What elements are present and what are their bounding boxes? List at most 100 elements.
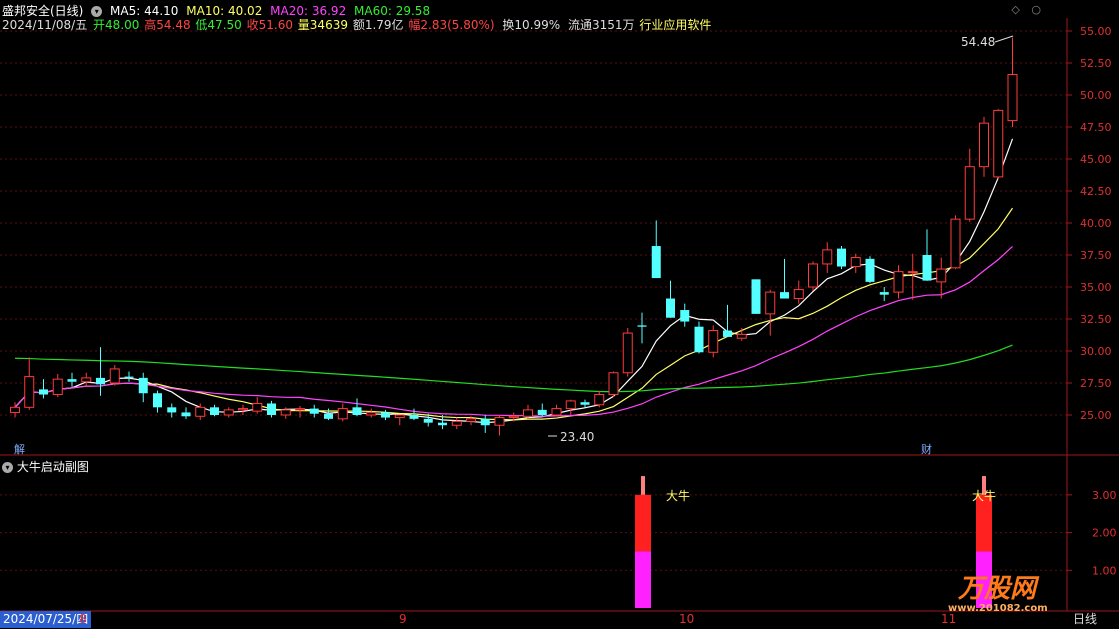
month-label-10: 10: [679, 612, 695, 626]
candle-body-up: [10, 406, 20, 413]
candle-body-down: [124, 376, 134, 378]
candle-body-up: [907, 271, 918, 274]
ma5-line: [14, 138, 1014, 424]
high-annotation: 54.48: [961, 35, 996, 49]
circle-icon[interactable]: ○: [1031, 3, 1041, 16]
sub-tick-label: 2.00: [1092, 527, 1117, 540]
candle-body-up: [252, 402, 263, 412]
candle-body-up: [81, 377, 92, 383]
candle-body-up: [551, 408, 562, 416]
candle-body-down: [309, 408, 319, 414]
candle-body-up: [565, 400, 576, 410]
candle-body-down: [181, 412, 191, 417]
candle-body-up: [451, 420, 462, 426]
candle-body-down: [409, 415, 419, 419]
sub-tick-label: 1.00: [1092, 564, 1117, 577]
turnover: 换10.99%: [502, 18, 561, 32]
signal-tip: [641, 476, 645, 495]
ma60-line: [14, 344, 1013, 393]
high-pointer: [994, 35, 1014, 43]
candle-body-up: [950, 218, 961, 269]
candle-body-down: [324, 413, 333, 419]
candle-body-down: [381, 412, 390, 418]
low-price: 低47.50: [195, 18, 242, 32]
candle-body-up: [523, 409, 533, 417]
close-price: 收51.60: [246, 18, 293, 32]
period-label[interactable]: 日线: [1073, 611, 1097, 628]
signal-label-2: 大牛: [972, 489, 997, 503]
candle-body-up: [594, 394, 605, 406]
candle-body-up: [52, 378, 63, 396]
candle-body-up: [394, 414, 405, 419]
price-tick-label: 25.00: [1080, 409, 1112, 422]
candle-body-up: [109, 368, 120, 384]
sub-tick-label: 3.00: [1092, 489, 1117, 502]
candle-body-up: [1007, 74, 1018, 122]
candle-body-up: [195, 406, 206, 417]
price-tick-label: 37.50: [1080, 249, 1112, 262]
amount: 额1.79亿: [352, 18, 404, 32]
candle-body-up: [822, 249, 833, 265]
candle-body-up: [508, 415, 519, 419]
candle-body-down: [680, 310, 690, 322]
candle-body-down: [580, 402, 590, 405]
price-tick-label: 40.00: [1080, 217, 1112, 230]
candle-body-down: [438, 422, 447, 426]
candle-body-down: [67, 379, 77, 382]
price-tick-label: 30.00: [1080, 345, 1112, 358]
unlock-badge[interactable]: 解: [14, 441, 25, 457]
candle-body-up: [280, 409, 291, 416]
dropdown-icon[interactable]: ▾: [2, 462, 13, 473]
ma20-line: [14, 246, 1013, 417]
candle-body-down: [879, 292, 889, 295]
candle-body-up: [223, 409, 234, 416]
signal-bar-red: [635, 494, 651, 552]
candle-body-up: [964, 166, 975, 220]
candle-body-down: [922, 255, 932, 281]
high-price: 高54.48: [144, 18, 191, 32]
industry[interactable]: 行业应用软件: [639, 18, 711, 32]
candle-body-down: [865, 258, 875, 282]
candle-body-up: [238, 408, 248, 411]
subchart-title[interactable]: 大牛启动副图: [17, 460, 89, 474]
candle-body-down: [153, 393, 162, 408]
price-tick-label: 45.00: [1080, 153, 1112, 166]
candle-body-down: [39, 389, 48, 395]
candle-body-down: [138, 377, 148, 394]
candle-body-down: [666, 298, 675, 318]
candle-body-up: [993, 109, 1004, 178]
candle-body-down: [96, 377, 105, 385]
candle-body-down: [210, 407, 219, 415]
signal-bar-magenta: [635, 551, 651, 608]
brand-url: www.201082.com: [948, 603, 1048, 614]
candle-body-up: [979, 122, 989, 168]
candle-body-up: [295, 408, 305, 411]
price-tick-label: 47.50: [1080, 121, 1112, 134]
price-tick-label: 50.00: [1080, 89, 1112, 102]
window-controls[interactable]: ◇ ○: [1011, 3, 1041, 16]
month-label-8: 8: [79, 612, 87, 626]
finance-badge[interactable]: 财: [921, 441, 932, 457]
candle-body-up: [608, 372, 619, 396]
main-gridlines: [0, 30, 1067, 416]
candle-body-down: [751, 279, 761, 314]
candle-body-up: [808, 263, 818, 288]
month-label-9: 9: [399, 612, 407, 626]
candle-body-up: [337, 408, 348, 420]
candle-body-up: [622, 332, 633, 374]
subchart-header: ▾ 大牛启动副图: [2, 458, 89, 475]
candle-body-up: [765, 291, 776, 315]
quote-date: 2024/11/08/五: [2, 18, 88, 32]
cursor-date-box: 2024/07/25/四: [0, 611, 92, 628]
change: 幅2.83(5.80%): [408, 18, 495, 32]
candle-body-up: [736, 333, 747, 339]
candle-body-down: [651, 246, 661, 279]
candle-body-up: [936, 268, 947, 283]
candle-body-up: [366, 411, 377, 416]
kline-chart[interactable]: 55.00 52.50 50.00 47.50 45.00 42.50 40.00 37.50…: [0, 0, 1119, 629]
diamond-icon[interactable]: ◇: [1011, 3, 1019, 16]
candlestick-series: [10, 37, 1018, 436]
candle-body-up: [466, 418, 476, 422]
subchart-axis: 3.00 2.00 1.00: [1067, 489, 1117, 577]
candle-body-down: [723, 330, 732, 337]
